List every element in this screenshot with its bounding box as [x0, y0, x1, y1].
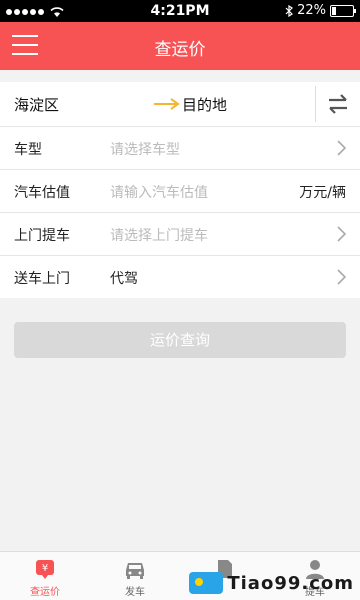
battery-percent: 22%	[297, 3, 326, 18]
car-icon	[126, 563, 144, 579]
tab-send-car-label: 发车	[125, 587, 145, 598]
car-type-placeholder[interactable]: 请选择车型	[110, 139, 180, 159]
car-value-label: 汽车估值	[14, 185, 70, 201]
delivery-row[interactable]: 送车上门 代驾	[0, 255, 360, 298]
status-right: 22%	[285, 3, 356, 18]
freight-form: 车型 请选择车型 汽车估值 请输入汽车估值 万元/辆 上门提车 请选择上门提车 …	[0, 126, 360, 298]
arrow-right-icon	[154, 98, 180, 110]
pickup-row[interactable]: 上门提车 请选择上门提车	[0, 212, 360, 255]
battery-fill	[332, 6, 336, 15]
bluetooth-icon	[285, 4, 294, 17]
destination-field[interactable]: 目的地	[182, 94, 227, 115]
route-selector: 海淀区 目的地	[0, 82, 360, 126]
chevron-right-icon	[337, 269, 346, 285]
car-type-row[interactable]: 车型 请选择车型	[0, 126, 360, 169]
pickup-label: 上门提车	[14, 228, 70, 244]
chevron-right-icon	[337, 226, 346, 242]
pickup-placeholder[interactable]: 请选择上门提车	[110, 225, 208, 245]
query-button[interactable]: 运价查询	[14, 322, 346, 358]
delivery-label: 送车上门	[14, 271, 70, 287]
chevron-right-icon	[337, 140, 346, 156]
tab-price[interactable]: ¥ 查运价	[0, 552, 90, 600]
car-value-unit: 万元/辆	[299, 185, 346, 201]
swap-icon	[329, 94, 347, 114]
battery-icon	[330, 4, 356, 17]
page-title: 查运价	[154, 40, 206, 60]
car-type-label: 车型	[14, 142, 42, 158]
origin-field[interactable]: 海淀区	[14, 94, 59, 115]
watermark-text: Tiao99.com	[227, 572, 354, 594]
delivery-value[interactable]: 代驾	[110, 268, 138, 288]
watermark: Tiao99.com	[189, 570, 354, 596]
status-bar: 4:21PM 22%	[0, 0, 360, 22]
svg-text:¥: ¥	[42, 563, 48, 574]
car-value-input[interactable]: 请输入汽车估值	[110, 182, 208, 202]
watermark-logo-icon	[189, 572, 224, 594]
tab-price-label: 查运价	[30, 587, 60, 598]
price-tag-icon: ¥	[36, 560, 54, 579]
tab-send-car[interactable]: 发车	[90, 552, 180, 600]
nav-bar: 查运价	[0, 22, 360, 70]
car-value-row[interactable]: 汽车估值 请输入汽车估值 万元/辆	[0, 169, 360, 212]
swap-button[interactable]	[315, 86, 360, 122]
